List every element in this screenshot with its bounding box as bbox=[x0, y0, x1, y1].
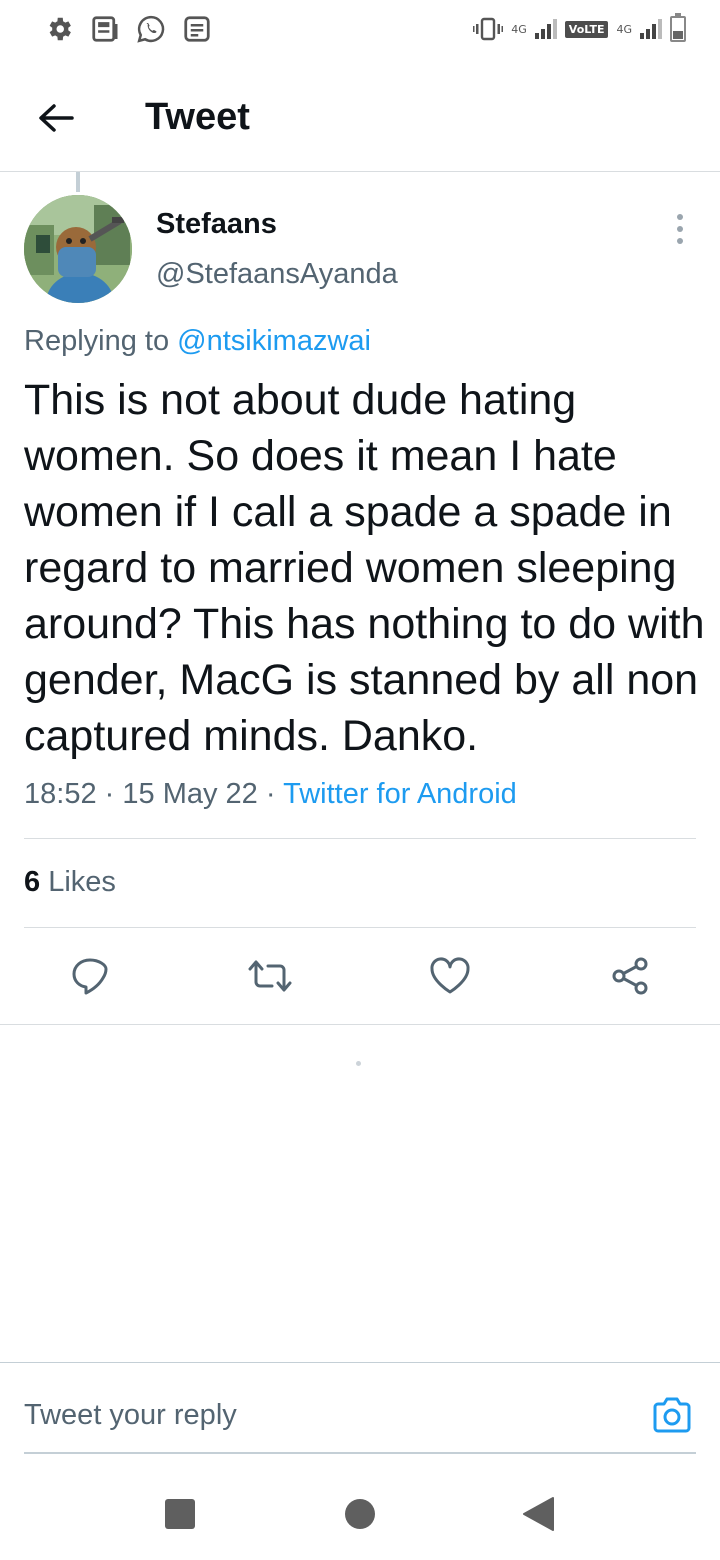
page-title: Tweet bbox=[145, 96, 250, 138]
retweet-icon bbox=[248, 960, 292, 992]
network-type-2: 4G bbox=[616, 22, 632, 36]
author-display-name[interactable]: Stefaans bbox=[156, 208, 277, 241]
heart-icon bbox=[430, 957, 470, 994]
divider bbox=[0, 1024, 720, 1025]
reply-divider bbox=[24, 1452, 696, 1454]
system-nav-bar bbox=[0, 1466, 720, 1560]
back-button[interactable] bbox=[34, 98, 78, 138]
status-left-icons bbox=[44, 14, 212, 44]
notes-icon bbox=[184, 16, 210, 42]
reply-input[interactable]: Tweet your reply bbox=[24, 1399, 237, 1432]
arrow-left-icon bbox=[39, 104, 74, 132]
divider bbox=[24, 838, 696, 839]
avatar[interactable] bbox=[24, 195, 132, 303]
status-right-icons: 4G VoLTE 4G bbox=[473, 13, 686, 42]
replying-mention-link[interactable]: @ntsikimazwai bbox=[177, 325, 371, 357]
camera-icon bbox=[653, 1397, 691, 1433]
reply-icon bbox=[72, 958, 108, 995]
tweet-meta: 18:52 · 15 May 22 · Twitter for Android bbox=[24, 778, 517, 811]
back-nav-button[interactable] bbox=[518, 1494, 558, 1534]
author-handle[interactable]: @StefaansAyanda bbox=[156, 258, 398, 291]
circle-icon bbox=[345, 1499, 375, 1529]
battery-icon bbox=[670, 13, 686, 42]
likes-label: Likes bbox=[48, 866, 116, 898]
camera-button[interactable] bbox=[650, 1393, 694, 1437]
more-dot-icon bbox=[677, 226, 683, 232]
replying-prefix: Replying to bbox=[24, 325, 170, 357]
replying-to: Replying to @ntsikimazwai bbox=[24, 325, 371, 358]
share-icon bbox=[612, 957, 648, 995]
whatsapp-icon bbox=[137, 15, 165, 43]
signal-icon-2 bbox=[640, 19, 662, 39]
thread-line bbox=[76, 172, 80, 192]
tweet-actions bbox=[0, 946, 720, 1006]
more-options-button[interactable] bbox=[670, 214, 690, 244]
reply-button[interactable] bbox=[68, 954, 112, 998]
tweet-source-link[interactable]: Twitter for Android bbox=[283, 778, 517, 810]
reply-composer[interactable]: Tweet your reply bbox=[0, 1362, 720, 1454]
triangle-back-icon bbox=[523, 1497, 554, 1531]
likes-number: 6 bbox=[24, 866, 41, 898]
tweet-time: 18:52 bbox=[24, 778, 97, 810]
gear-icon bbox=[49, 17, 71, 41]
likes-count[interactable]: 6 Likes bbox=[24, 866, 116, 899]
tweet-date: 15 May 22 bbox=[122, 778, 258, 810]
home-button[interactable] bbox=[340, 1494, 380, 1534]
meta-separator: · bbox=[104, 778, 115, 810]
meta-separator: · bbox=[265, 778, 276, 810]
loading-indicator bbox=[356, 1061, 361, 1066]
more-dot-icon bbox=[677, 214, 683, 220]
tweet-text: This is not about dude hating women. So … bbox=[24, 376, 705, 760]
more-dot-icon bbox=[677, 238, 683, 244]
recents-button[interactable] bbox=[160, 1494, 200, 1534]
divider bbox=[24, 927, 696, 928]
volte-badge: VoLTE bbox=[564, 20, 609, 38]
signal-icon-1 bbox=[534, 19, 557, 39]
avatar-image bbox=[24, 195, 132, 303]
share-button[interactable] bbox=[608, 954, 652, 998]
news-icon bbox=[92, 16, 118, 42]
top-app-bar: Tweet bbox=[0, 62, 720, 172]
like-button[interactable] bbox=[428, 954, 472, 998]
status-bar: 4G VoLTE 4G bbox=[0, 0, 720, 62]
network-type-1: 4G bbox=[511, 22, 527, 36]
retweet-button[interactable] bbox=[248, 954, 292, 998]
square-icon bbox=[165, 1499, 195, 1529]
vibrate-icon bbox=[473, 17, 504, 41]
